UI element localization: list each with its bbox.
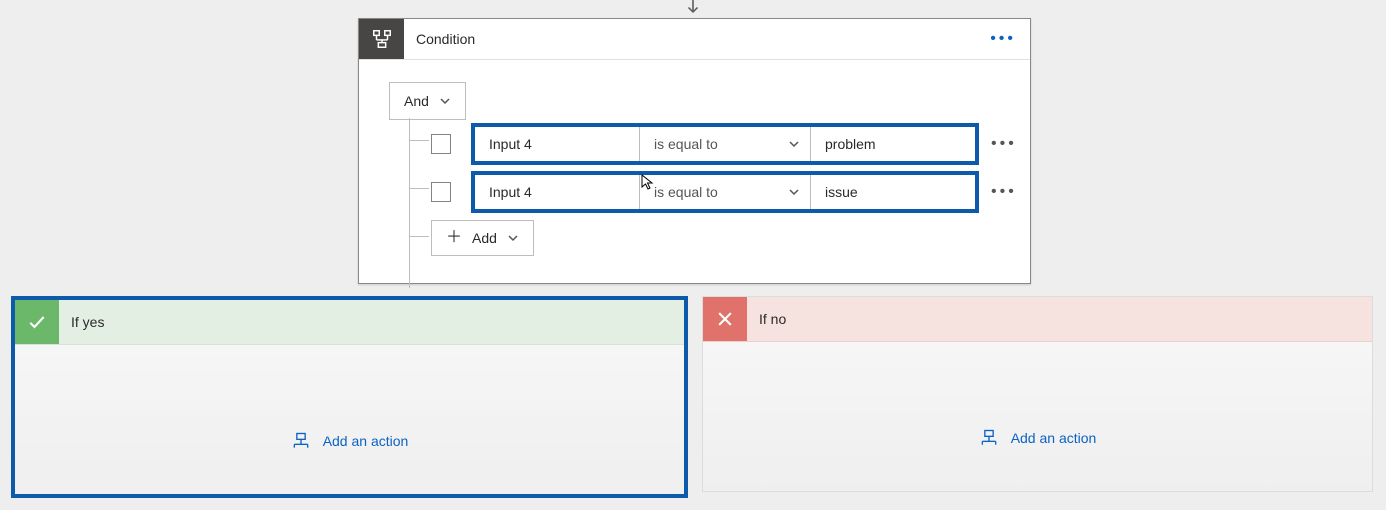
chevron-down-icon xyxy=(788,138,800,150)
add-action-icon xyxy=(979,429,999,447)
condition-row-menu-button[interactable]: ••• xyxy=(991,135,1017,153)
plus-icon: ＋ xyxy=(446,230,462,246)
condition-icon xyxy=(359,19,404,59)
logic-operator-label: And xyxy=(404,93,429,109)
if-no-header: If no xyxy=(703,297,1372,342)
check-icon xyxy=(15,300,59,344)
tree-branch xyxy=(409,140,429,141)
row-checkbox[interactable] xyxy=(431,182,451,202)
condition-header[interactable]: Condition ••• xyxy=(359,19,1030,60)
tree-trunk xyxy=(409,118,410,288)
add-action-button[interactable]: Add an action xyxy=(15,432,684,450)
add-condition-label: Add xyxy=(472,230,497,246)
if-no-label: If no xyxy=(759,311,786,327)
condition-left-field[interactable]: Input 4 xyxy=(475,127,639,161)
add-action-label: Add an action xyxy=(323,433,409,449)
condition-left-field[interactable]: Input 4 xyxy=(475,175,639,209)
add-action-icon xyxy=(291,432,311,450)
if-yes-branch[interactable]: If yes Add an action xyxy=(11,296,688,498)
logic-operator-select[interactable]: And xyxy=(389,82,466,120)
if-yes-header: If yes xyxy=(15,300,684,345)
condition-row: Input 4 is equal to problem ••• xyxy=(431,123,1017,165)
add-action-button[interactable]: Add an action xyxy=(703,429,1372,447)
condition-card: Condition ••• And Input 4 is equal to xyxy=(358,18,1031,284)
row-checkbox[interactable] xyxy=(431,134,451,154)
tree-branch xyxy=(409,236,429,237)
add-action-label: Add an action xyxy=(1011,430,1097,446)
condition-right-field[interactable]: issue xyxy=(810,175,975,209)
chevron-down-icon xyxy=(439,95,451,107)
add-condition-button[interactable]: ＋ Add xyxy=(431,220,534,256)
condition-fields: Input 4 is equal to problem xyxy=(471,123,979,165)
condition-body: And Input 4 is equal to problem ••• xyxy=(359,60,1030,142)
close-icon xyxy=(703,297,747,341)
condition-title: Condition xyxy=(416,31,475,47)
condition-right-field[interactable]: problem xyxy=(810,127,975,161)
condition-menu-button[interactable]: ••• xyxy=(986,30,1020,48)
condition-row-menu-button[interactable]: ••• xyxy=(991,183,1017,201)
tree-branch xyxy=(409,188,429,189)
if-yes-label: If yes xyxy=(71,314,104,330)
if-no-branch[interactable]: If no Add an action xyxy=(702,296,1373,492)
chevron-down-icon xyxy=(507,232,519,244)
chevron-down-icon xyxy=(788,186,800,198)
condition-row: Input 4 is equal to issue ••• xyxy=(431,171,1017,213)
condition-operator-select[interactable]: is equal to xyxy=(639,175,810,209)
condition-operator-select[interactable]: is equal to xyxy=(639,127,810,161)
condition-fields: Input 4 is equal to issue xyxy=(471,171,979,213)
